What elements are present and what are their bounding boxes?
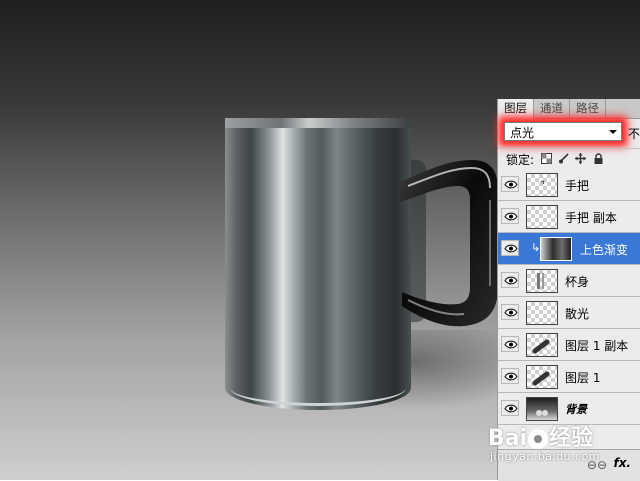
layer-name: 手把 副本 bbox=[565, 211, 617, 225]
layer-row[interactable]: 图层 1 bbox=[498, 361, 640, 393]
layer-name: 手把 bbox=[565, 179, 590, 193]
clipping-arrow-icon: ↳ bbox=[531, 241, 541, 254]
eye-icon[interactable] bbox=[501, 304, 519, 320]
layer-thumbnail bbox=[526, 365, 558, 389]
eye-icon[interactable] bbox=[501, 208, 519, 224]
eye-icon[interactable] bbox=[501, 272, 519, 288]
layer-row[interactable]: 图层 1 副本 bbox=[498, 329, 640, 361]
panel-tabs: 图层 通道 路径 bbox=[498, 99, 640, 119]
move-icon[interactable] bbox=[575, 153, 586, 164]
layer-thumbnail bbox=[540, 237, 572, 261]
layer-row-selected[interactable]: ↳ 上色渐变 bbox=[498, 233, 640, 265]
layer-row[interactable]: 杯身 bbox=[498, 265, 640, 297]
layer-thumbnail bbox=[526, 333, 558, 357]
eye-icon[interactable] bbox=[501, 176, 519, 192]
layer-thumbnail bbox=[526, 205, 558, 229]
layer-thumbnail bbox=[526, 397, 558, 421]
chevron-down-icon bbox=[609, 130, 617, 134]
layer-row[interactable]: 手把 副本 bbox=[498, 201, 640, 233]
layer-list: 手把 手把 副本 ↳ 上色渐变 杯身 散光 图层 1 副本 图层 1 背景 bbox=[498, 169, 640, 425]
lock-label: 锁定: bbox=[506, 153, 535, 167]
eye-icon[interactable] bbox=[501, 336, 519, 352]
opacity-label: 不 bbox=[628, 127, 640, 141]
layer-name: 图层 1 副本 bbox=[565, 339, 629, 353]
layer-name: 散光 bbox=[565, 307, 590, 321]
lock-icon[interactable] bbox=[593, 153, 604, 164]
mug-rim bbox=[225, 118, 411, 128]
mug-handle bbox=[400, 160, 498, 327]
layer-thumbnail bbox=[526, 269, 558, 293]
layer-thumbnail bbox=[526, 173, 558, 197]
eye-icon[interactable] bbox=[501, 240, 519, 256]
layer-row[interactable]: 散光 bbox=[498, 297, 640, 329]
watermark-url: jingyan.baidu.com bbox=[490, 450, 601, 463]
tab-paths[interactable]: 路径 bbox=[570, 99, 606, 118]
brush-icon[interactable] bbox=[558, 153, 569, 164]
blend-mode-select[interactable]: 点光 bbox=[504, 122, 622, 141]
blend-row: 点光 不 bbox=[498, 119, 640, 146]
lock-row: 锁定: bbox=[498, 148, 640, 169]
tab-channels[interactable]: 通道 bbox=[534, 99, 570, 118]
watermark-logo-suffix: 经验 bbox=[549, 426, 594, 451]
watermark: Bai 经验 jingyan.baidu.com bbox=[488, 420, 638, 470]
lock-transparency-icon[interactable] bbox=[541, 153, 552, 164]
eye-icon[interactable] bbox=[501, 368, 519, 384]
layer-name: 图层 1 bbox=[565, 371, 601, 385]
layer-name: 背景 bbox=[565, 403, 587, 416]
watermark-logo: Bai 经验 bbox=[488, 420, 593, 452]
watermark-logo-prefix: Bai bbox=[488, 426, 528, 451]
layer-thumbnail bbox=[526, 301, 558, 325]
tab-layers[interactable]: 图层 bbox=[498, 99, 534, 119]
paw-icon bbox=[528, 429, 549, 449]
layer-name: 杯身 bbox=[565, 275, 590, 289]
mug-body bbox=[225, 122, 411, 410]
blend-mode-value: 点光 bbox=[510, 126, 535, 140]
layer-name: 上色渐变 bbox=[580, 243, 629, 257]
eye-icon[interactable] bbox=[501, 400, 519, 416]
layer-row[interactable]: 手把 bbox=[498, 169, 640, 201]
